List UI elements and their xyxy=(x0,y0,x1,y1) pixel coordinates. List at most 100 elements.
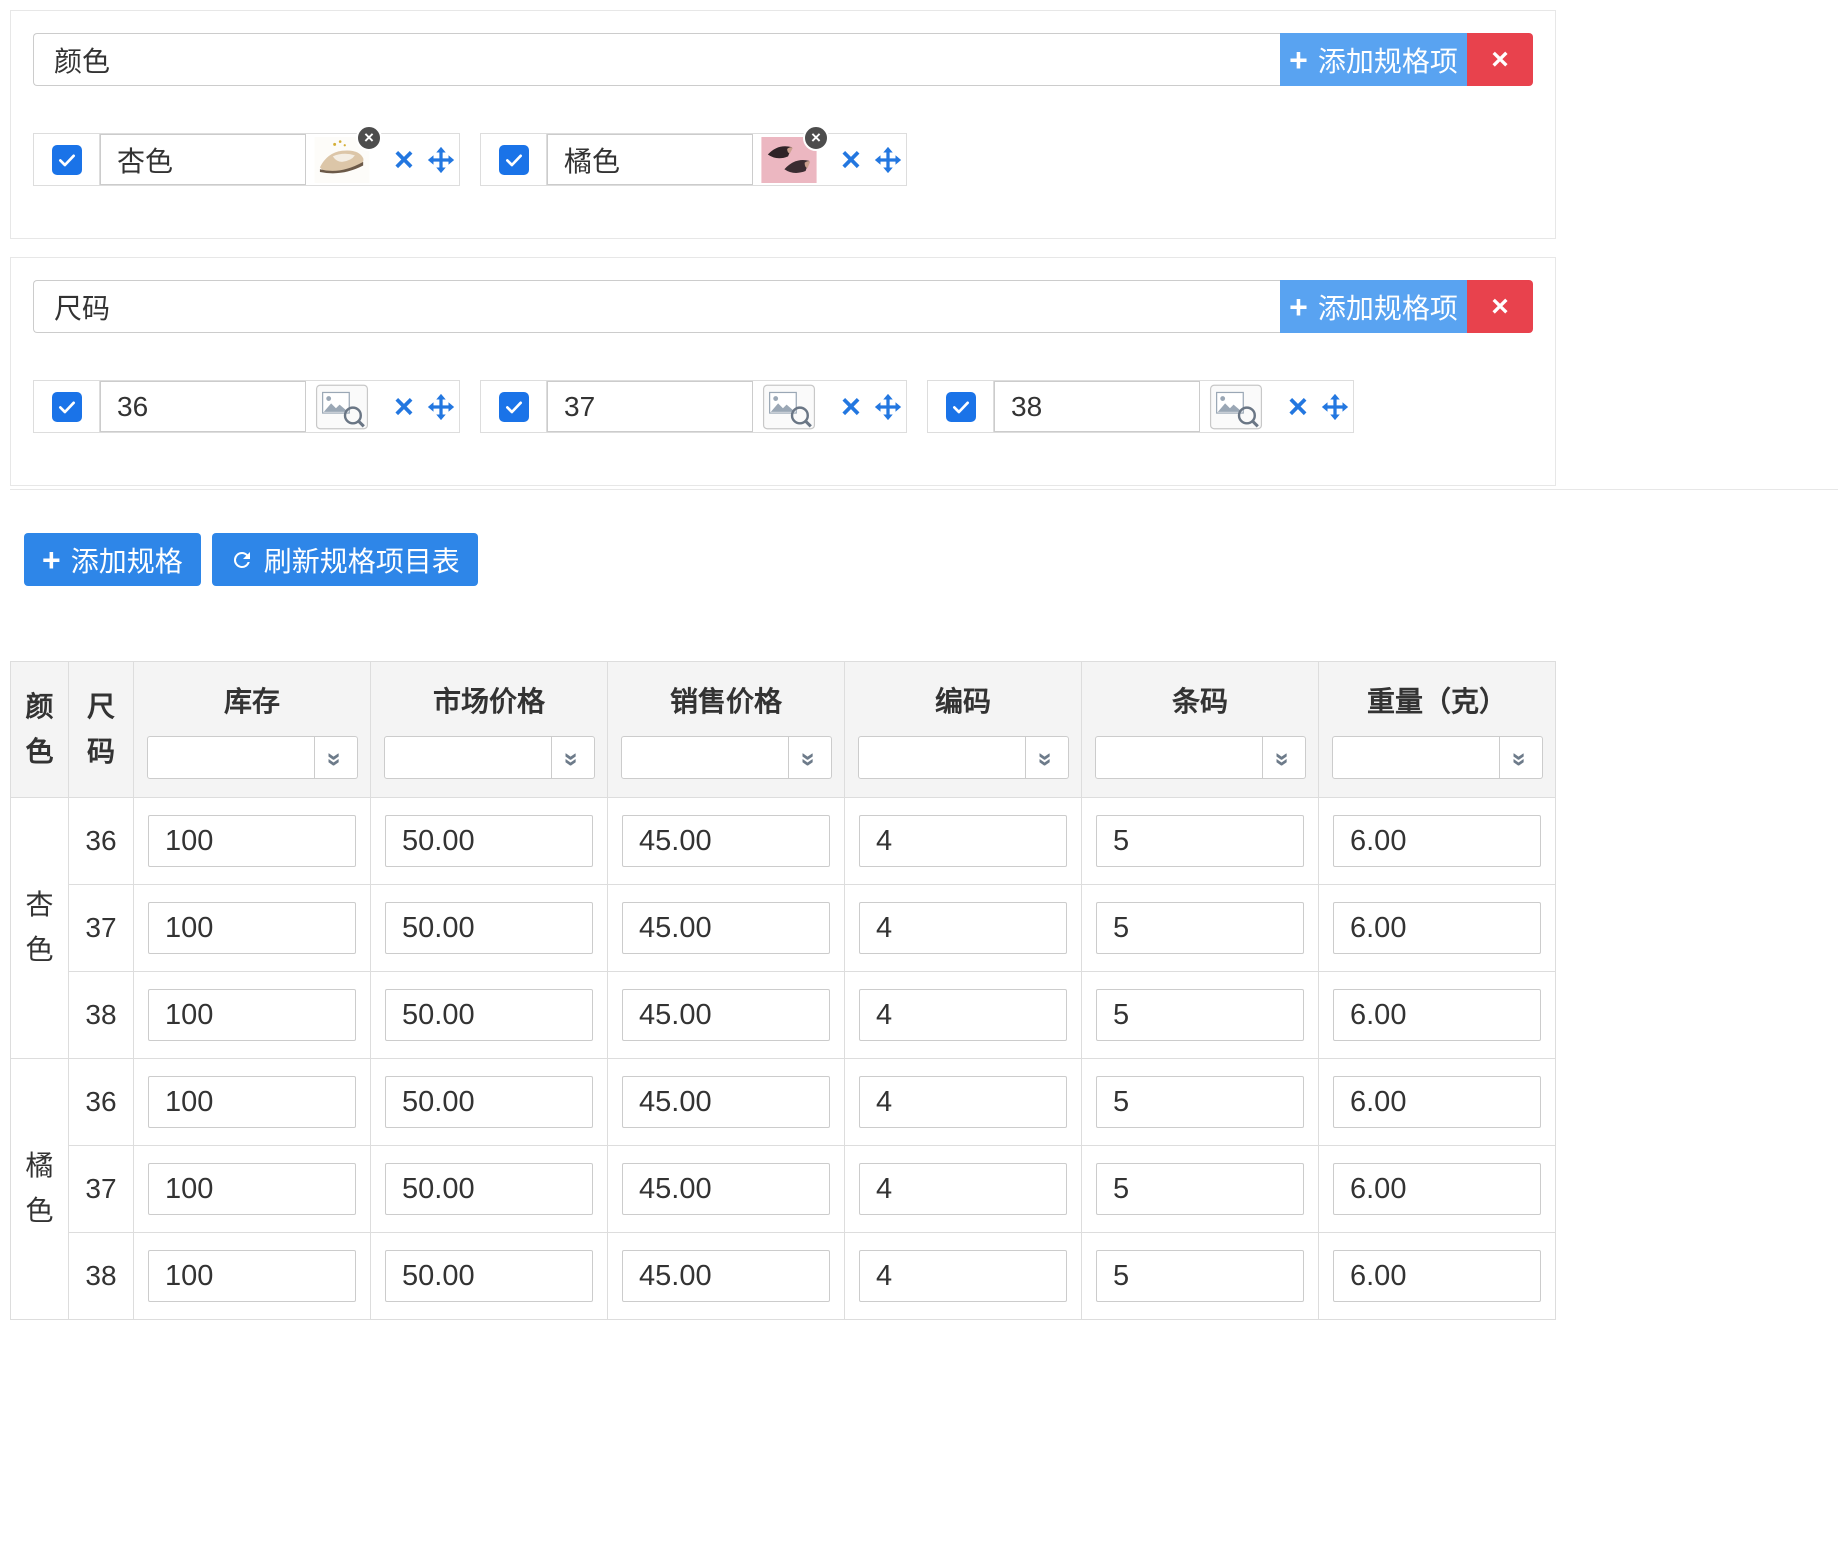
stock-input[interactable] xyxy=(148,1163,356,1215)
weight-input[interactable] xyxy=(1333,1076,1541,1128)
column-header-sale-price: 销售价格 » xyxy=(607,661,845,798)
image-placeholder-icon[interactable] xyxy=(314,384,370,430)
remove-image-icon[interactable]: × xyxy=(803,124,829,151)
code-input[interactable] xyxy=(859,902,1067,954)
barcode-input[interactable] xyxy=(1096,1076,1304,1128)
stock-input[interactable] xyxy=(148,1076,356,1128)
batch-fill-market-price-button[interactable]: » xyxy=(551,736,595,779)
market-price-input[interactable] xyxy=(385,902,593,954)
spec-item-image[interactable]: × xyxy=(314,124,382,183)
barcode-input[interactable] xyxy=(1096,902,1304,954)
double-chevron-down-icon: » xyxy=(1505,751,1536,764)
batch-fill-code-button[interactable]: » xyxy=(1025,736,1069,779)
delete-item-icon[interactable]: × xyxy=(841,143,861,177)
weight-input[interactable] xyxy=(1333,815,1541,867)
market-price-input[interactable] xyxy=(385,1163,593,1215)
spec-item-value-input[interactable] xyxy=(100,381,306,432)
delete-item-icon[interactable]: × xyxy=(1288,390,1308,424)
check-icon xyxy=(952,401,969,413)
barcode-input[interactable] xyxy=(1096,989,1304,1041)
stock-input[interactable] xyxy=(148,1250,356,1302)
column-header-barcode-label: 条码 xyxy=(1171,686,1228,717)
column-header-size: 尺码 xyxy=(68,661,134,798)
market-price-input[interactable] xyxy=(385,989,593,1041)
spec-item-checkbox[interactable] xyxy=(498,391,529,422)
batch-fill-sale-price-button[interactable]: » xyxy=(788,736,832,779)
spec-item-checkbox[interactable] xyxy=(51,391,82,422)
sale-price-input[interactable] xyxy=(622,815,830,867)
move-item-icon[interactable] xyxy=(873,145,903,175)
stock-input[interactable] xyxy=(148,902,356,954)
add-spec-button[interactable]: + 添加规格 xyxy=(24,533,201,586)
batch-fill-barcode-button[interactable]: » xyxy=(1262,736,1306,779)
code-input[interactable] xyxy=(859,989,1067,1041)
weight-input[interactable] xyxy=(1333,1250,1541,1302)
code-input[interactable] xyxy=(859,1250,1067,1302)
spec-item-apricot: × × xyxy=(33,124,460,186)
batch-fill-weight-button[interactable]: » xyxy=(1499,736,1543,779)
barcode-input[interactable] xyxy=(1096,1163,1304,1215)
spec-item-value-input[interactable] xyxy=(547,381,753,432)
weight-input[interactable] xyxy=(1333,989,1541,1041)
batch-input-stock[interactable] xyxy=(146,736,315,779)
sale-price-input[interactable] xyxy=(622,1163,830,1215)
batch-input-code[interactable] xyxy=(857,736,1026,779)
barcode-input[interactable] xyxy=(1096,815,1304,867)
spec-item-value-input[interactable] xyxy=(100,134,306,185)
move-item-icon[interactable] xyxy=(426,392,456,422)
code-input[interactable] xyxy=(859,1076,1067,1128)
spec-group-name-input[interactable] xyxy=(33,33,1280,86)
checkbox-cell xyxy=(34,134,100,185)
batch-input-barcode[interactable] xyxy=(1094,736,1263,779)
stock-input[interactable] xyxy=(148,989,356,1041)
delete-item-icon[interactable]: × xyxy=(394,390,414,424)
market-price-input[interactable] xyxy=(385,815,593,867)
sale-price-input[interactable] xyxy=(622,1250,830,1302)
weight-input[interactable] xyxy=(1333,1163,1541,1215)
spec-item-checkbox[interactable] xyxy=(51,144,82,175)
checkbox-cell xyxy=(34,381,100,432)
spec-item-checkbox[interactable] xyxy=(498,144,529,175)
sale-price-input[interactable] xyxy=(622,902,830,954)
barcode-input[interactable] xyxy=(1096,1250,1304,1302)
spec-item-image[interactable]: × xyxy=(761,124,829,183)
batch-fill-stock-button[interactable]: » xyxy=(314,736,358,779)
spec-item-value-input[interactable] xyxy=(547,134,753,185)
sale-price-input[interactable] xyxy=(622,989,830,1041)
sale-price-input[interactable] xyxy=(622,1076,830,1128)
delete-spec-group-button[interactable]: × xyxy=(1467,33,1533,86)
spec-group-name-input[interactable] xyxy=(33,280,1280,333)
weight-input[interactable] xyxy=(1333,902,1541,954)
add-spec-item-button[interactable]: + 添加规格项 xyxy=(1280,33,1467,86)
delete-item-icon[interactable]: × xyxy=(394,143,414,177)
spec-item-orange: × × xyxy=(480,124,907,186)
spec-item-checkbox[interactable] xyxy=(945,391,976,422)
move-item-icon[interactable] xyxy=(873,392,903,422)
delete-spec-group-button[interactable]: × xyxy=(1467,280,1533,333)
image-placeholder-icon[interactable] xyxy=(1208,384,1264,430)
market-price-input[interactable] xyxy=(385,1076,593,1128)
move-item-icon[interactable] xyxy=(1320,392,1350,422)
double-chevron-down-icon: » xyxy=(794,751,825,764)
spec-item-size-38: × xyxy=(927,380,1354,433)
batch-input-market-price[interactable] xyxy=(383,736,552,779)
close-icon: × xyxy=(1491,289,1509,323)
remove-image-icon[interactable]: × xyxy=(356,124,382,151)
move-item-icon[interactable] xyxy=(426,145,456,175)
image-placeholder-icon[interactable] xyxy=(761,384,817,430)
delete-item-icon[interactable]: × xyxy=(841,390,861,424)
spec-item-value-input[interactable] xyxy=(994,381,1200,432)
checkbox-cell xyxy=(928,381,994,432)
stock-input[interactable] xyxy=(148,815,356,867)
color-group-label: 橘色 xyxy=(25,1150,54,1226)
market-price-input[interactable] xyxy=(385,1250,593,1302)
add-spec-item-button[interactable]: + 添加规格项 xyxy=(1280,280,1467,333)
batch-input-sale-price[interactable] xyxy=(620,736,789,779)
code-input[interactable] xyxy=(859,815,1067,867)
column-header-code-label: 编码 xyxy=(934,686,991,717)
size-cell: 36 xyxy=(68,797,134,885)
column-header-market-price: 市场价格 » xyxy=(370,661,608,798)
batch-input-weight[interactable] xyxy=(1331,736,1500,779)
code-input[interactable] xyxy=(859,1163,1067,1215)
refresh-spec-table-button[interactable]: 刷新规格项目表 xyxy=(211,533,478,586)
